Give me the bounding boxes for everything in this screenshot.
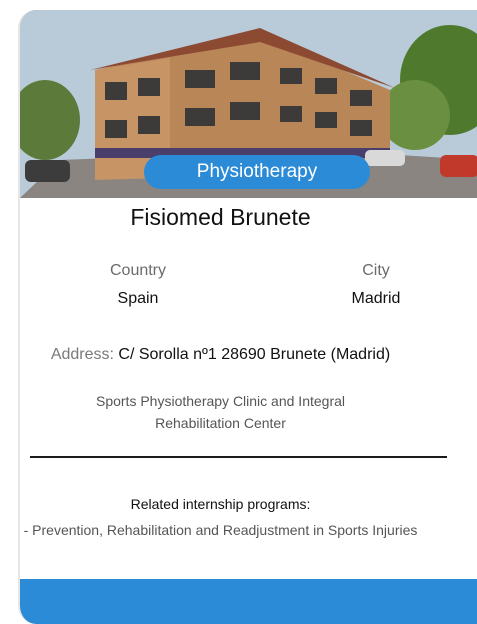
country-label: Country [109, 262, 167, 279]
city-value: Madrid [351, 290, 401, 307]
address-value: C/ Sorolla nº1 28690 Brunete (Madrid) [118, 346, 391, 363]
address-line: Address: C/ Sorolla nº1 28690 Brunete (M… [0, 346, 459, 364]
city-block: City Madrid [306, 262, 446, 308]
country-value: Spain [117, 290, 159, 307]
related-program-item[interactable]: - Prevention, Rehabilitation and Readjus… [0, 522, 459, 538]
category-badge[interactable]: Physiotherapy [144, 155, 370, 189]
address-label: Address: [50, 346, 114, 363]
section-divider [30, 456, 447, 458]
city-label: City [362, 262, 390, 279]
clinic-title: Fisiomed Brunete [130, 204, 311, 230]
card-footer-bar[interactable] [20, 579, 477, 624]
description-line-1: Sports Physiotherapy Clinic and Integral [95, 393, 346, 409]
related-programs-heading: Related internship programs: [130, 496, 311, 512]
clinic-description: Sports Physiotherapy Clinic and Integral… [0, 390, 459, 434]
country-block: Country Spain [68, 262, 208, 308]
description-line-2: Rehabilitation Center [155, 415, 286, 431]
